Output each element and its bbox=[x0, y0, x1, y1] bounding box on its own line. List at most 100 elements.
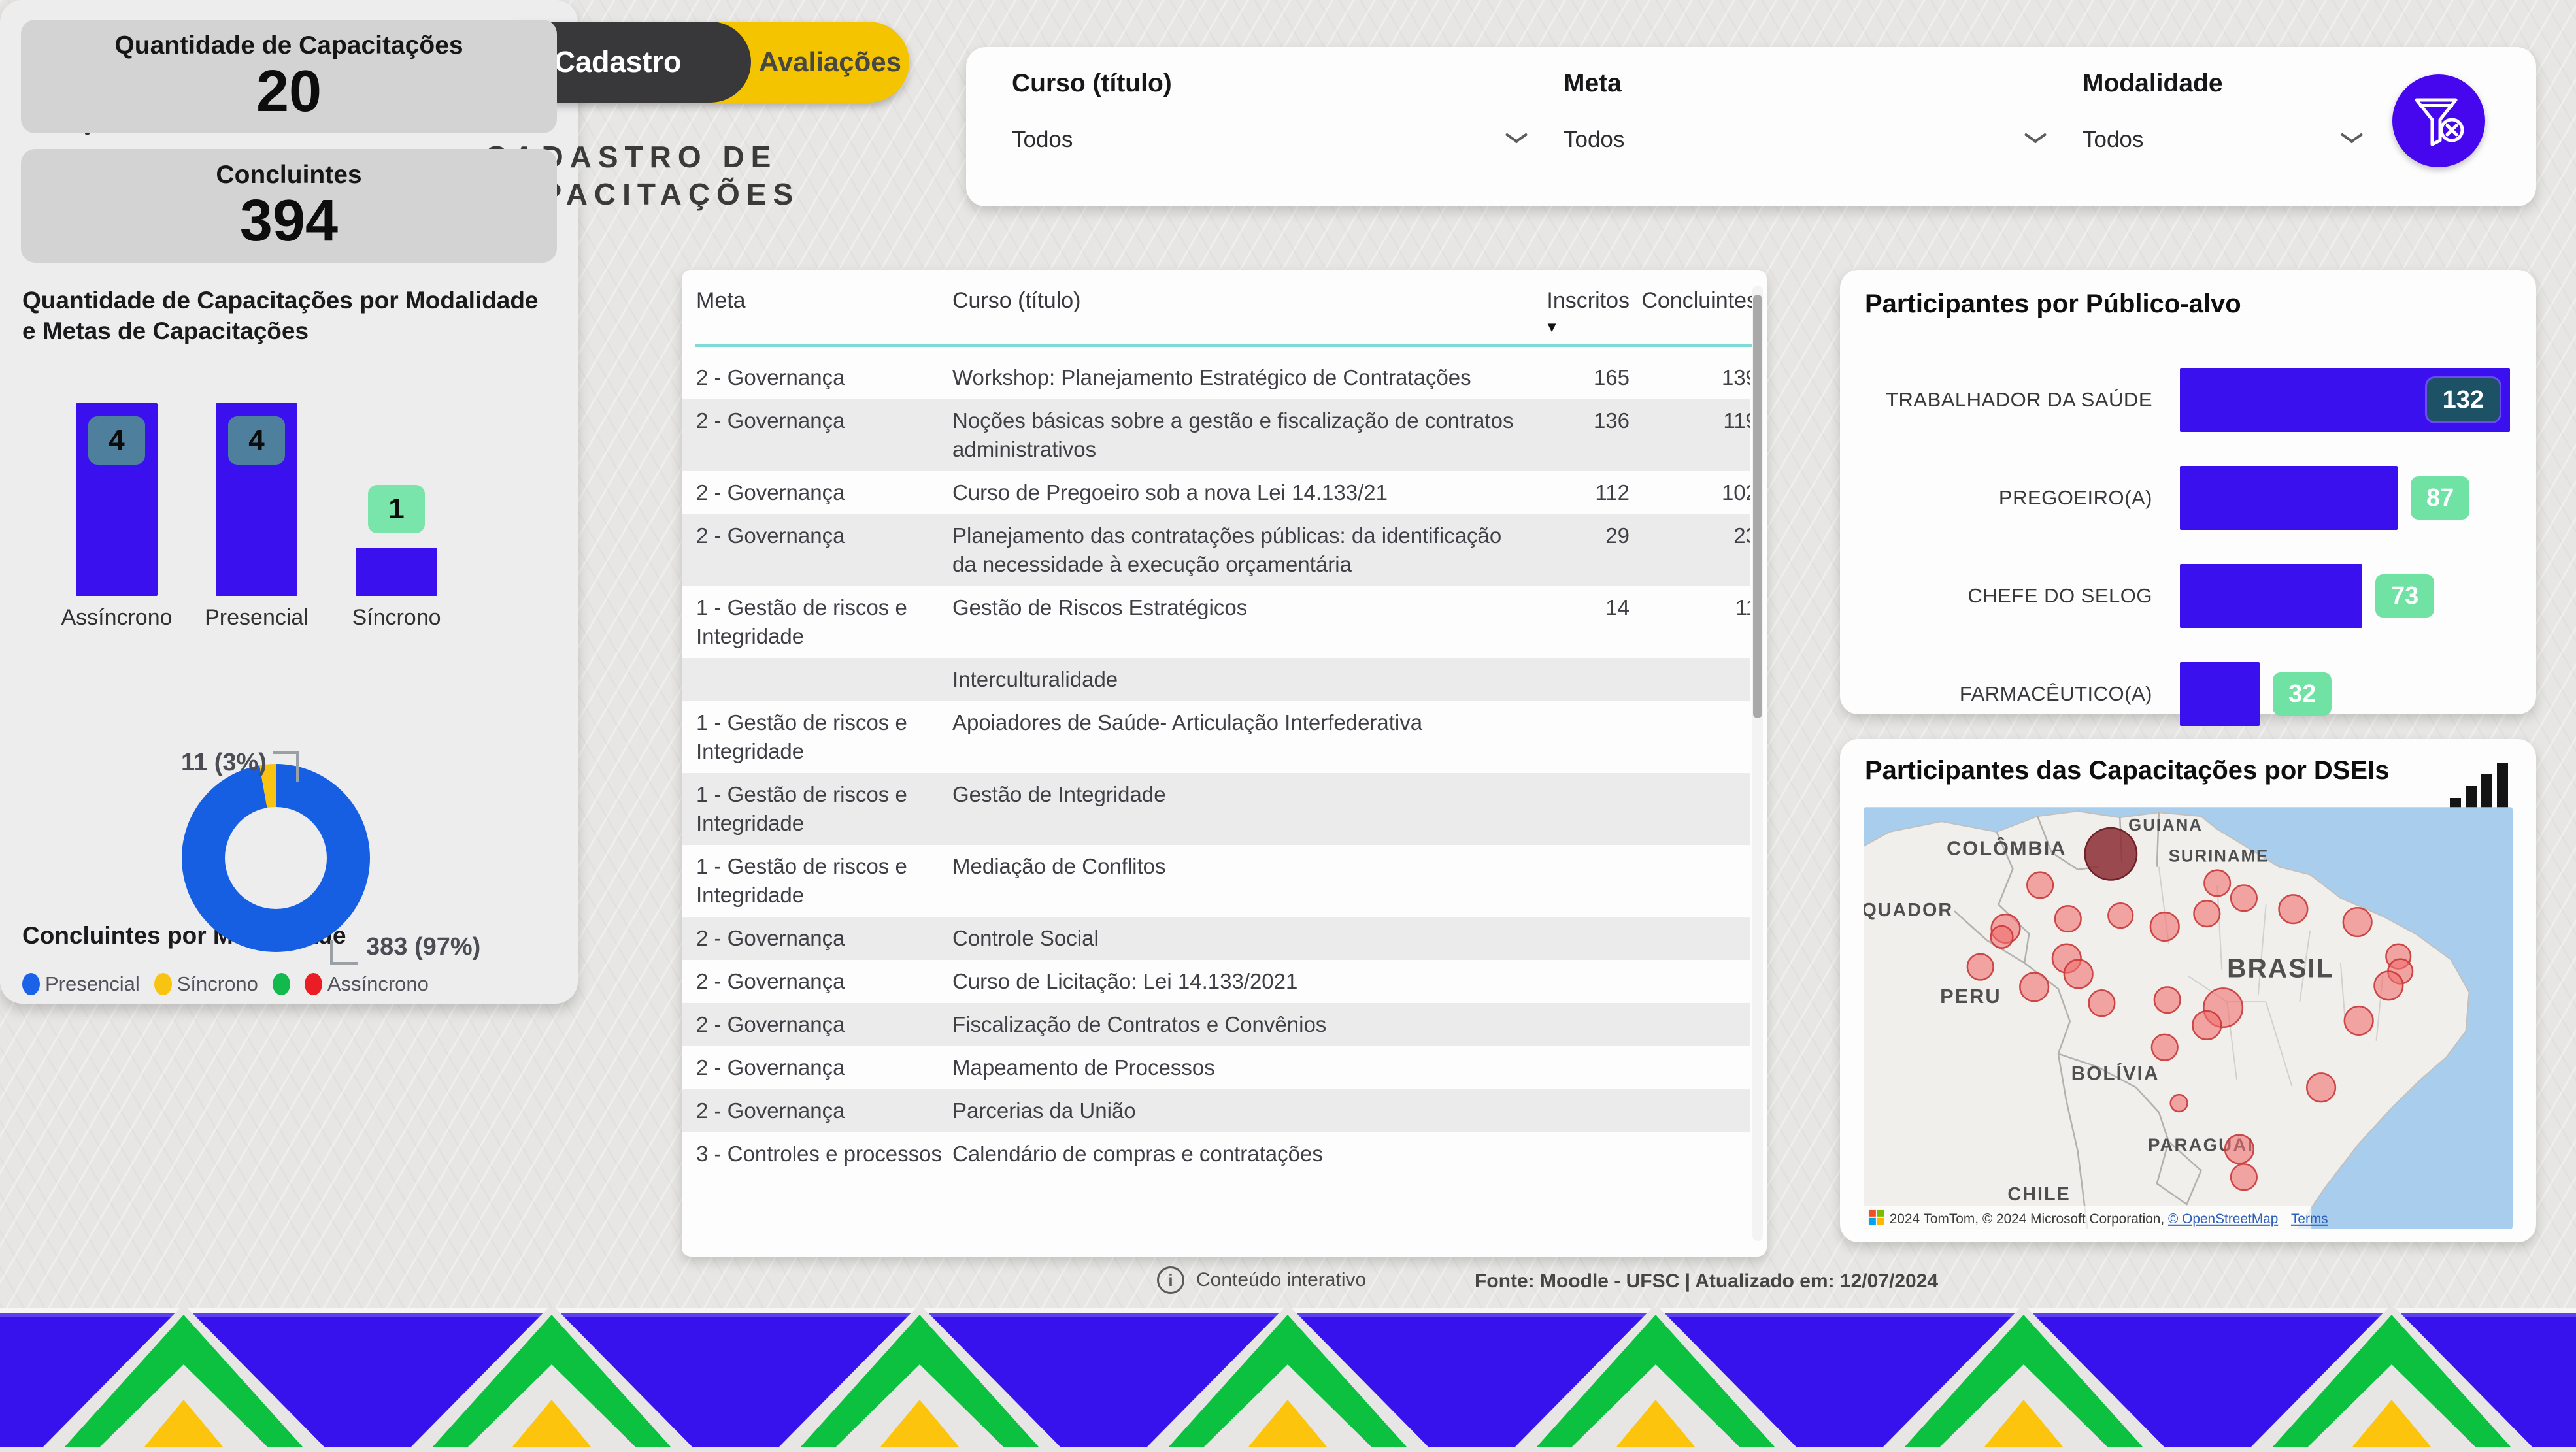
clear-filters-button[interactable] bbox=[2392, 74, 2485, 167]
filter-modalidade-dropdown[interactable]: Todos bbox=[2083, 127, 2364, 153]
kpi-capacitacoes-value: 20 bbox=[21, 60, 557, 123]
publico-bar-row[interactable]: CHEFE DO SELOG73 bbox=[1840, 564, 2536, 628]
publico-bar[interactable]: 87 bbox=[2180, 466, 2398, 530]
tab-avaliacoes[interactable]: Avaliações bbox=[751, 22, 909, 103]
concluintes-donut-chart[interactable] bbox=[182, 764, 370, 952]
legend-swatch-icon bbox=[305, 973, 322, 995]
chevron-down-icon[interactable] bbox=[1505, 133, 1528, 147]
dsei-bubble[interactable] bbox=[2064, 960, 2093, 989]
openstreetmap-link[interactable]: © OpenStreetMap bbox=[2168, 1212, 2278, 1227]
publico-alvo-card: Participantes por Público-alvo TRABALHAD… bbox=[1840, 270, 2536, 714]
publico-bar[interactable]: 132 bbox=[2180, 368, 2510, 432]
bar-category-label: Síncrono bbox=[329, 605, 463, 631]
table-row[interactable]: 2 - GovernançaCurso de Licitação: Lei 14… bbox=[682, 960, 1750, 1003]
publico-bar-row[interactable]: FARMACÊUTICO(A)32 bbox=[1840, 662, 2536, 726]
filter-modalidade-label: Modalidade bbox=[2083, 69, 2364, 98]
filter-curso-dropdown[interactable]: Todos bbox=[1012, 127, 1528, 153]
table-row[interactable]: 2 - GovernançaNoções básicas sobre a ges… bbox=[682, 399, 1750, 471]
legend-item[interactable] bbox=[273, 973, 290, 995]
table-row[interactable]: 2 - GovernançaControle Social bbox=[682, 917, 1750, 960]
cell-meta: 3 - Controles e processos bbox=[696, 1140, 952, 1168]
table-row[interactable]: 2 - GovernançaPlanejamento das contrataç… bbox=[682, 514, 1750, 586]
publico-bar-row[interactable]: TRABALHADOR DA SAÚDE132 bbox=[1840, 368, 2536, 432]
cell-curso: Curso de Licitação: Lei 14.133/2021 bbox=[952, 967, 1531, 996]
dsei-bubble[interactable] bbox=[2345, 1006, 2373, 1035]
dsei-bubble[interactable] bbox=[2204, 870, 2230, 897]
dsei-map-card: Participantes das Capacitações por DSEIs bbox=[1840, 739, 2536, 1242]
col-curso[interactable]: Curso (título) bbox=[952, 288, 1531, 336]
chevron-down-icon[interactable] bbox=[2024, 133, 2047, 147]
cell-curso: Controle Social bbox=[952, 924, 1531, 953]
cell-meta: 1 - Gestão de riscos e Integridade bbox=[696, 708, 952, 766]
bar-sincrono[interactable]: 1Síncrono bbox=[343, 269, 450, 596]
table-row[interactable]: 2 - GovernançaWorkshop: Planejamento Est… bbox=[682, 356, 1750, 399]
cell-inscritos bbox=[1531, 852, 1630, 910]
dsei-bubble[interactable] bbox=[2171, 1095, 2188, 1112]
dsei-bubble[interactable] bbox=[2085, 828, 2137, 880]
cell-concluintes: 119 bbox=[1630, 406, 1750, 464]
terms-link[interactable]: Terms bbox=[2291, 1212, 2328, 1227]
dsei-bubble[interactable] bbox=[2231, 885, 2257, 911]
table-row[interactable]: Interculturalidade bbox=[682, 658, 1750, 701]
dsei-bubble[interactable] bbox=[2231, 1164, 2257, 1190]
dsei-bubble[interactable] bbox=[2194, 900, 2220, 927]
dsei-bubble[interactable] bbox=[1967, 954, 1994, 980]
dsei-bubble[interactable] bbox=[2343, 908, 2372, 936]
cell-inscritos bbox=[1531, 708, 1630, 766]
country-label: CHILE bbox=[2007, 1184, 2070, 1205]
table-row[interactable]: 2 - GovernançaCurso de Pregoeiro sob a n… bbox=[682, 471, 1750, 514]
dsei-bubble[interactable] bbox=[2154, 987, 2181, 1013]
dsei-bubble[interactable] bbox=[2192, 1011, 2221, 1040]
table-row[interactable]: 1 - Gestão de riscos e IntegridadeGestão… bbox=[682, 586, 1750, 658]
dsei-bubble[interactable] bbox=[2152, 1034, 2178, 1061]
dsei-bubble[interactable] bbox=[2307, 1073, 2335, 1102]
dsei-bubble[interactable] bbox=[2225, 1135, 2254, 1164]
publico-bar[interactable]: 32 bbox=[2180, 662, 2260, 726]
dsei-bubble[interactable] bbox=[2374, 972, 2403, 1000]
col-meta[interactable]: Meta bbox=[696, 288, 952, 336]
filter-meta-dropdown[interactable]: Todos bbox=[1564, 127, 2047, 153]
legend-item[interactable]: Assíncrono bbox=[305, 972, 429, 996]
dsei-bubble[interactable] bbox=[2150, 912, 2179, 941]
publico-bar[interactable]: 73 bbox=[2180, 564, 2362, 628]
publico-label: PREGOEIRO(A) bbox=[1840, 466, 2167, 530]
table-row[interactable]: 2 - GovernançaFiscalização de Contratos … bbox=[682, 1003, 1750, 1046]
legend-item[interactable]: Presencial bbox=[22, 972, 140, 996]
table-row[interactable]: 2 - GovernançaMapeamento de Processos bbox=[682, 1046, 1750, 1089]
publico-label: TRABALHADOR DA SAÚDE bbox=[1840, 368, 2167, 432]
table-row[interactable]: 1 - Gestão de riscos e IntegridadeApoiad… bbox=[682, 701, 1750, 773]
dsei-bubble[interactable] bbox=[2108, 903, 2133, 928]
cell-meta: 2 - Governança bbox=[696, 521, 952, 579]
bar-presencial[interactable]: 4Presencial bbox=[203, 269, 310, 596]
cell-meta: 1 - Gestão de riscos e Integridade bbox=[696, 780, 952, 838]
bar-value-badge: 4 bbox=[88, 416, 145, 465]
bar-assincrono[interactable]: 4Assíncrono bbox=[63, 269, 171, 596]
table-row[interactable]: 3 - Controles e processosCalendário de c… bbox=[682, 1132, 1750, 1176]
cell-inscritos bbox=[1531, 780, 1630, 838]
dsei-bubble[interactable] bbox=[2027, 872, 2053, 899]
dsei-bubble[interactable] bbox=[2055, 906, 2081, 932]
chevron-down-icon[interactable] bbox=[2340, 133, 2364, 147]
col-concluintes[interactable]: Concluintes bbox=[1630, 288, 1758, 336]
brazil-bubble-map[interactable]: GUIANASURINAMECOLÔMBIAEQUADORPERUBRASILB… bbox=[1864, 807, 2513, 1229]
sort-desc-icon[interactable]: ▼ bbox=[1531, 319, 1630, 336]
legend-item[interactable]: Síncrono bbox=[154, 972, 258, 996]
table-row[interactable]: 1 - Gestão de riscos e IntegridadeMediaç… bbox=[682, 845, 1750, 917]
col-inscritos[interactable]: Inscritos ▼ bbox=[1531, 288, 1630, 336]
table-row[interactable]: 2 - GovernançaParcerias da União bbox=[682, 1089, 1750, 1132]
dsei-bubble[interactable] bbox=[2089, 990, 2115, 1016]
info-icon[interactable]: i bbox=[1157, 1266, 1184, 1294]
table-row[interactable]: 1 - Gestão de riscos e IntegridadeGestão… bbox=[682, 773, 1750, 845]
cell-concluintes bbox=[1630, 665, 1750, 694]
dsei-bubble[interactable] bbox=[2020, 972, 2049, 1001]
country-label: BOLÍVIA bbox=[2071, 1062, 2160, 1084]
cell-curso: Gestão de Integridade bbox=[952, 780, 1531, 838]
cell-curso: Planejamento das contratações públicas: … bbox=[952, 521, 1531, 579]
table-scrollbar[interactable] bbox=[1752, 286, 1763, 1241]
cell-concluintes: 23 bbox=[1630, 521, 1750, 579]
scrollbar-thumb[interactable] bbox=[1753, 295, 1762, 718]
cell-curso: Mapeamento de Processos bbox=[952, 1053, 1531, 1082]
dsei-bubble[interactable] bbox=[2279, 895, 2308, 923]
dsei-bubble[interactable] bbox=[1991, 926, 2013, 948]
publico-bar-row[interactable]: PREGOEIRO(A)87 bbox=[1840, 466, 2536, 530]
